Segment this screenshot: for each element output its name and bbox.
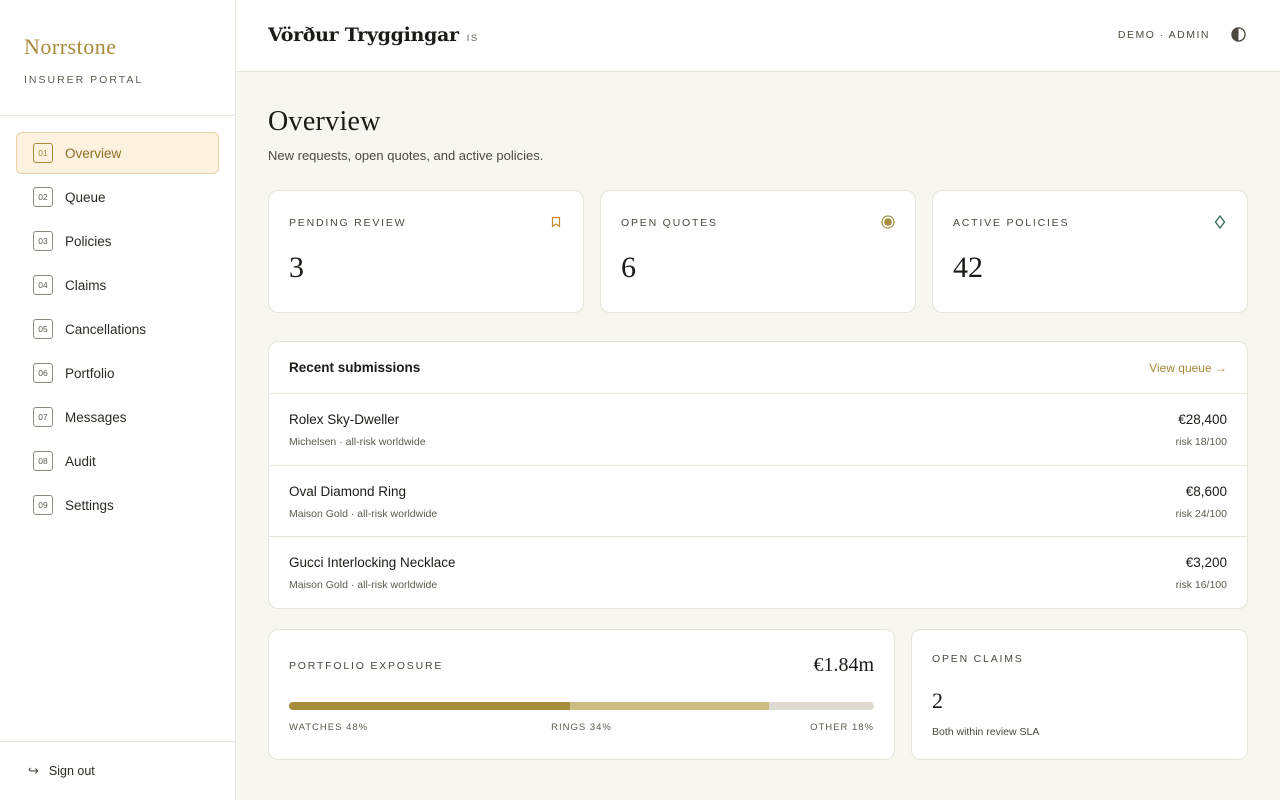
submission-row[interactable]: Oval Diamond Ring Maison Gold · all-risk… — [269, 466, 1247, 537]
recent-submissions-panel: Recent submissions View queue → Rolex Sk… — [268, 341, 1248, 609]
page-title: Overview — [268, 106, 381, 137]
sign-out-arrow-icon: ↪ — [28, 763, 39, 778]
sidebar-item-label: Settings — [65, 497, 114, 513]
sidebar-item-label: Audit — [65, 453, 96, 469]
item-risk: risk 24/100 — [1175, 507, 1227, 520]
org-title: Vörður Tryggingar IS — [268, 24, 479, 46]
bookmark-icon — [551, 216, 561, 228]
sidebar-item-label: Overview — [65, 145, 122, 161]
exposure-value: €1.84m — [813, 654, 874, 676]
nav-number-badge: 09 — [33, 495, 53, 515]
sign-out-label: Sign out — [48, 764, 95, 778]
item-price: €28,400 — [1178, 412, 1227, 427]
item-risk: risk 16/100 — [1175, 579, 1227, 591]
sidebar-item-label: Policies — [65, 233, 112, 249]
exposure-legend: WATCHES 48% RINGS 34% OTHER 18% — [289, 722, 874, 734]
item-meta: Maison Gold · all-risk worldwide — [289, 507, 438, 520]
nav-number-badge: 07 — [33, 407, 53, 427]
submission-row[interactable]: Rolex Sky-Dweller Michelsen · all-risk w… — [269, 394, 1247, 466]
panel-header: Recent submissions View queue → — [269, 342, 1247, 394]
sidebar-item-label: Portfolio — [65, 365, 115, 381]
brand: Norrstone INSURER PORTAL — [0, 0, 235, 116]
view-queue-link[interactable]: View queue → — [1149, 361, 1227, 375]
user-role: DEMO · ADMIN — [1117, 29, 1210, 41]
item-name: Rolex Sky-Dweller — [289, 412, 400, 427]
nav-number-badge: 06 — [33, 363, 53, 383]
claims-note: Both within review SLA — [932, 726, 1040, 738]
sidebar-item-claims[interactable]: 04 Claims — [16, 264, 219, 306]
exposure-stacked-bar — [289, 702, 874, 710]
sidebar: Norrstone INSURER PORTAL 01 Overview 02 … — [0, 0, 236, 800]
claims-value: 2 — [932, 688, 943, 713]
sidebar-item-queue[interactable]: 02 Queue — [16, 176, 219, 218]
portfolio-exposure-card: PORTFOLIO EXPOSURE €1.84m WATCHES 48% RI… — [268, 629, 895, 760]
item-name: Gucci Interlocking Necklace — [289, 555, 456, 570]
stat-label: ACTIVE POLICIES — [953, 217, 1070, 229]
sidebar-item-label: Queue — [65, 189, 106, 205]
stat-card-active-policies[interactable]: ACTIVE POLICIES 42 — [932, 190, 1248, 313]
item-meta: Maison Gold · all-risk worldwide — [289, 579, 438, 591]
item-price: €8,600 — [1185, 483, 1227, 499]
stat-value: 42 — [953, 251, 983, 284]
submission-row[interactable]: Gucci Interlocking Necklace Maison Gold … — [269, 537, 1247, 608]
org-name: Vörður Tryggingar — [268, 24, 459, 46]
stat-card-pending-review[interactable]: PENDING REVIEW 3 — [268, 190, 584, 313]
exposure-segment-watches — [289, 702, 570, 710]
stat-value: 6 — [621, 251, 636, 284]
stat-card-open-quotes[interactable]: OPEN QUOTES 6 — [600, 190, 916, 313]
item-name: Oval Diamond Ring — [289, 483, 407, 499]
sidebar-item-overview[interactable]: 01 Overview — [16, 132, 219, 174]
stat-label: PENDING REVIEW — [289, 217, 407, 229]
sidebar-nav: 01 Overview 02 Queue 03 Policies 04 Clai… — [0, 116, 235, 526]
target-dot-icon — [881, 215, 895, 229]
sidebar-item-settings[interactable]: 09 Settings — [16, 484, 219, 526]
sidebar-item-label: Claims — [65, 277, 107, 293]
topbar: Vörður Tryggingar IS DEMO · ADMIN — [236, 0, 1280, 72]
sidebar-item-label: Cancellations — [65, 321, 147, 337]
brand-name: Norrstone — [24, 34, 117, 59]
nav-number-badge: 01 — [33, 143, 53, 163]
exposure-label: PORTFOLIO EXPOSURE — [289, 660, 444, 672]
exposure-segment-rings — [569, 702, 769, 710]
item-price: €3,200 — [1185, 555, 1227, 570]
half-circle-contrast-icon[interactable] — [1231, 27, 1246, 42]
diamond-icon — [1214, 215, 1226, 229]
main-content: Overview New requests, open quotes, and … — [268, 72, 1248, 760]
sidebar-item-audit[interactable]: 08 Audit — [16, 440, 219, 482]
page-subtitle: New requests, open quotes, and active po… — [268, 148, 544, 163]
legend-rings: RINGS 34% — [551, 722, 612, 733]
nav-number-badge: 08 — [33, 451, 53, 471]
nav-number-badge: 05 — [33, 319, 53, 339]
sidebar-item-cancellations[interactable]: 05 Cancellations — [16, 308, 219, 350]
exposure-segment-other — [768, 702, 874, 710]
stats-row: PENDING REVIEW 3 OPEN QUOTES 6 ACTIVE PO… — [268, 190, 1248, 313]
sidebar-item-portfolio[interactable]: 06 Portfolio — [16, 352, 219, 394]
panel-title: Recent submissions — [289, 360, 421, 375]
nav-number-badge: 04 — [33, 275, 53, 295]
sidebar-item-label: Messages — [65, 409, 127, 425]
item-meta: Michelsen · all-risk worldwide — [289, 436, 426, 448]
stat-value: 3 — [289, 251, 304, 284]
open-claims-card[interactable]: OPEN CLAIMS 2 Both within review SLA — [911, 629, 1248, 760]
claims-label: OPEN CLAIMS — [932, 653, 1024, 665]
stat-label: OPEN QUOTES — [621, 217, 718, 229]
sign-out-button[interactable]: ↪ Sign out — [0, 741, 236, 800]
nav-number-badge: 02 — [33, 187, 53, 207]
item-risk: risk 18/100 — [1175, 436, 1227, 448]
legend-other: OTHER 18% — [810, 722, 874, 733]
brand-subtitle: INSURER PORTAL — [24, 74, 144, 86]
sidebar-item-policies[interactable]: 03 Policies — [16, 220, 219, 262]
nav-number-badge: 03 — [33, 231, 53, 251]
org-country-code: IS — [466, 33, 479, 44]
sidebar-item-messages[interactable]: 07 Messages — [16, 396, 219, 438]
